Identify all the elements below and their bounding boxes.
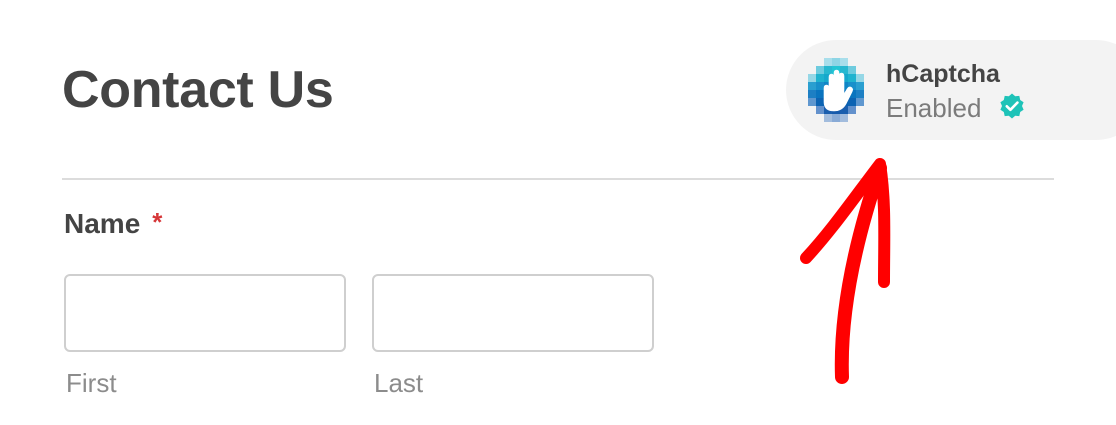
last-name-sublabel: Last [374, 368, 424, 398]
required-indicator: * [152, 207, 163, 237]
page-title: Contact Us [62, 61, 334, 119]
hcaptcha-status-text: Enabled [886, 93, 982, 123]
red-arrow-annotation-icon [800, 158, 891, 384]
hcaptcha-hand-logo-icon [808, 58, 864, 122]
verified-check-icon [1000, 93, 1024, 119]
hcaptcha-name: hCaptcha [886, 60, 1000, 88]
first-name-input[interactable] [64, 274, 346, 352]
name-label-text: Name [64, 208, 141, 239]
name-field-label: Name * [64, 206, 162, 242]
last-name-input[interactable] [372, 274, 654, 352]
first-name-sublabel: First [66, 368, 117, 398]
